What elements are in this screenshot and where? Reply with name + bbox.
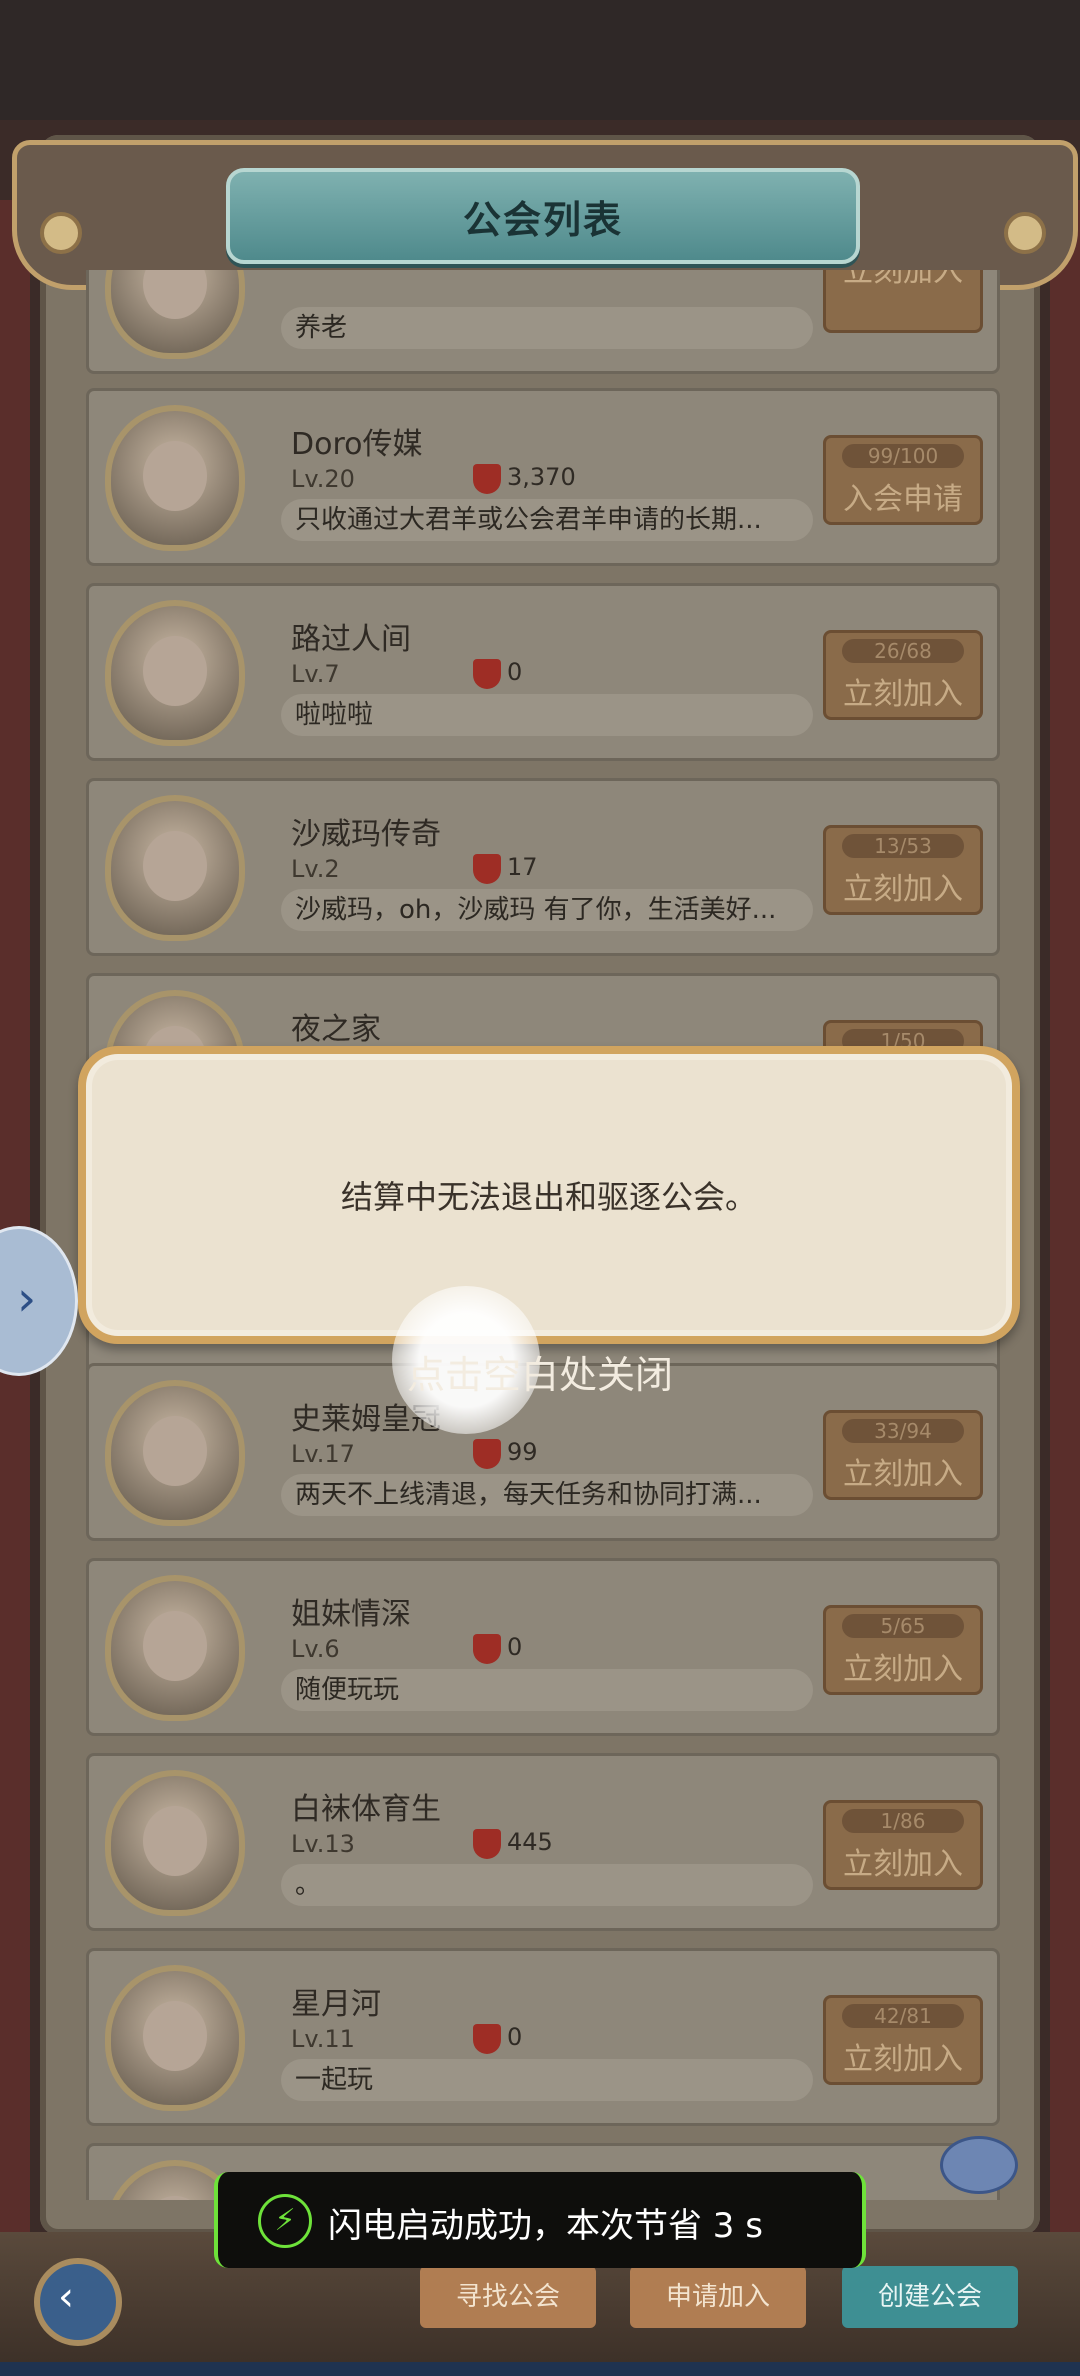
page-title: 公会列表 [462, 197, 623, 242]
guild-avatar [105, 1965, 245, 2111]
guild-points: 0 [507, 658, 523, 686]
shield-icon [473, 659, 501, 689]
create-guild-button[interactable]: 创建公会 [842, 2266, 1018, 2328]
guild-points: 445 [507, 1828, 553, 1856]
member-count: 26/68 [842, 639, 964, 663]
find-guild-button[interactable]: 寻找公会 [420, 2266, 596, 2328]
guild-card[interactable]: 姐妹情深 Lv.6 0 随便玩玩 5/65 立刻加入 [86, 1558, 1000, 1736]
chevron-right-icon: › [17, 1271, 37, 1327]
guild-motto: 。 [281, 1864, 813, 1906]
guild-name: 姐妹情深 [291, 1597, 411, 1632]
join-button-label: 立刻加入 [843, 270, 963, 289]
guild-motto: 随便玩玩 [281, 1669, 813, 1711]
guild-motto: 只收通过大君羊或公会君羊申请的长期... [281, 499, 813, 541]
status-area [0, 0, 1080, 120]
gear-icon [40, 212, 82, 254]
shield-icon [473, 854, 501, 884]
guild-name: 夜之家 [291, 1012, 381, 1047]
guild-points: 0 [507, 1633, 523, 1661]
guild-avatar [105, 600, 245, 746]
guild-name: Doro传媒 [291, 427, 423, 462]
frame-left [0, 200, 30, 2240]
guild-card[interactable]: 路过人间 Lv.7 0 啦啦啦 26/68 立刻加入 [86, 583, 1000, 761]
guild-level: Lv.7 [291, 660, 340, 688]
back-button[interactable]: ‹ [34, 2258, 122, 2346]
member-count: 42/81 [842, 2004, 964, 2028]
guild-card[interactable]: 养老 立刻加入 [86, 270, 1000, 374]
join-button-label: 立刻加入 [843, 677, 963, 712]
guild-points: 0 [507, 2023, 523, 2051]
join-button[interactable]: 1/86 立刻加入 [823, 1800, 983, 1890]
gear-icon [1004, 212, 1046, 254]
toast-notification: ⚡ 闪电启动成功，本次节省 3 s [214, 2172, 866, 2268]
title-banner: 公会列表 [226, 168, 860, 264]
guild-level: Lv.11 [291, 2025, 355, 2053]
join-button-label: 立刻加入 [843, 1457, 963, 1492]
guild-points: 17 [507, 853, 538, 881]
join-button-label: 立刻加入 [843, 1847, 963, 1882]
guild-level: Lv.17 [291, 1440, 355, 1468]
guild-points: 99 [507, 1438, 538, 1466]
member-count: 5/65 [842, 1614, 964, 1638]
guild-name: 路过人间 [291, 622, 411, 657]
apply-join-button[interactable]: 申请加入 [630, 2266, 806, 2328]
guild-avatar [105, 1380, 245, 1526]
guild-avatar [105, 1575, 245, 1721]
shield-icon [473, 1634, 501, 1664]
guild-level: Lv.20 [291, 465, 355, 493]
join-button-label: 立刻加入 [843, 872, 963, 907]
join-button[interactable]: 5/65 立刻加入 [823, 1605, 983, 1695]
logo-icon [940, 2136, 1018, 2194]
member-count: 1/86 [842, 1809, 964, 1833]
join-button-label: 立刻加入 [843, 2042, 963, 2077]
guild-card[interactable]: 星月河 Lv.11 0 一起玩 42/81 立刻加入 [86, 1948, 1000, 2126]
toast-text: 闪电启动成功，本次节省 3 s [328, 2206, 763, 2246]
member-count: 13/53 [842, 834, 964, 858]
guild-points: 3,370 [507, 463, 576, 491]
guild-motto: 一起玩 [281, 2059, 813, 2101]
join-button[interactable]: 26/68 立刻加入 [823, 630, 983, 720]
navigation-strip [0, 2362, 1080, 2376]
guild-level: Lv.2 [291, 855, 340, 883]
lightning-icon: ⚡ [258, 2194, 312, 2248]
frame-right [1050, 200, 1080, 2240]
member-count: 99/100 [842, 444, 964, 468]
guild-motto: 两天不上线清退，每天任务和协同打满... [281, 1474, 813, 1516]
guild-name: 沙威玛传奇 [291, 817, 441, 852]
guild-avatar [105, 795, 245, 941]
guild-name: 星月河 [291, 1987, 381, 2022]
guild-avatar [105, 270, 245, 359]
dialog-message: 结算中无法退出和驱逐公会。 [340, 1178, 757, 1216]
guild-level: Lv.6 [291, 1635, 340, 1663]
shield-icon [473, 2024, 501, 2054]
join-button[interactable]: 42/81 立刻加入 [823, 1995, 983, 2085]
guild-avatar [105, 1770, 245, 1916]
shield-icon [473, 1439, 501, 1469]
join-button-label: 入会申请 [843, 482, 963, 517]
back-arrow-icon: ‹ [58, 2274, 74, 2320]
guild-motto: 沙威玛，oh，沙威玛 有了你，生活美好... [281, 889, 813, 931]
shield-icon [473, 464, 501, 494]
guild-card[interactable]: Doro传媒 Lv.20 3,370 只收通过大君羊或公会君羊申请的长期... … [86, 388, 1000, 566]
join-button[interactable]: 99/100 入会申请 [823, 435, 983, 525]
join-button[interactable]: 33/94 立刻加入 [823, 1410, 983, 1500]
guild-name: 白袜体育生 [291, 1792, 441, 1827]
guild-motto: 啦啦啦 [281, 694, 813, 736]
guild-level: Lv.13 [291, 1830, 355, 1858]
guild-motto: 养老 [281, 307, 813, 349]
join-button[interactable]: 13/53 立刻加入 [823, 825, 983, 915]
alert-dialog: 结算中无法退出和驱逐公会。 [78, 1046, 1020, 1344]
guild-card[interactable]: 沙威玛传奇 Lv.2 17 沙威玛，oh，沙威玛 有了你，生活美好... 13/… [86, 778, 1000, 956]
shield-icon [473, 1829, 501, 1859]
guild-avatar [105, 405, 245, 551]
guild-card[interactable]: 白袜体育生 Lv.13 445 。 1/86 立刻加入 [86, 1753, 1000, 1931]
close-hint[interactable]: 点击空白处关闭 [0, 1344, 1080, 1399]
join-button-label: 立刻加入 [843, 1652, 963, 1687]
member-count: 33/94 [842, 1419, 964, 1443]
join-button[interactable]: 立刻加入 [823, 270, 983, 333]
